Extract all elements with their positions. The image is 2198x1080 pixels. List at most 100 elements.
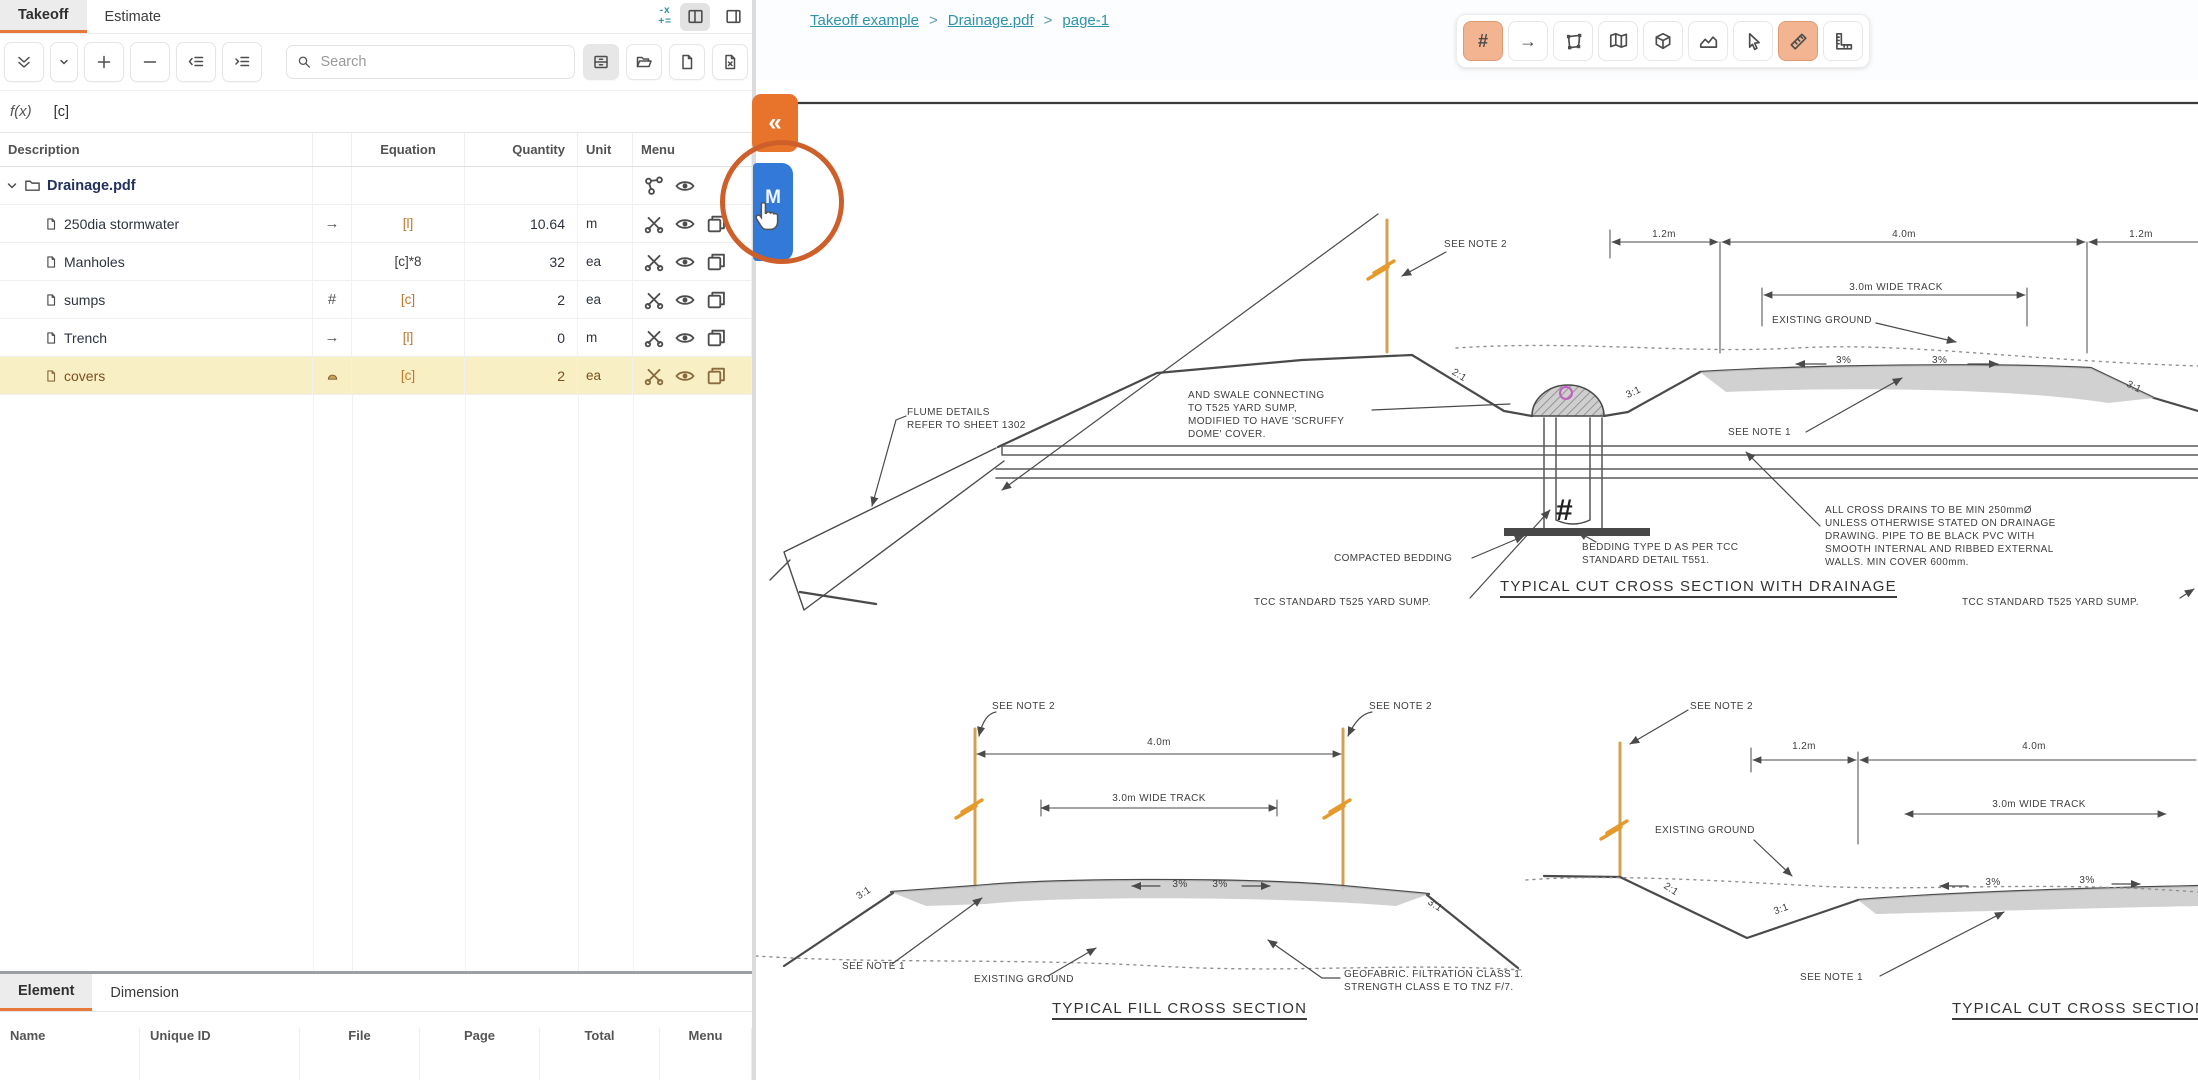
eye-icon[interactable] xyxy=(674,251,696,273)
copy-icon[interactable] xyxy=(705,289,727,311)
eye-icon[interactable] xyxy=(674,327,696,349)
eye-icon[interactable] xyxy=(674,289,696,311)
remove-row-button[interactable] xyxy=(130,42,170,82)
row-quantity[interactable]: 2 xyxy=(465,357,578,394)
tree-table-empty-area[interactable] xyxy=(0,395,752,971)
relations-icon[interactable] xyxy=(643,175,665,197)
row-equation[interactable]: [c]*8 xyxy=(352,243,465,280)
breadcrumb-file-link[interactable]: Drainage.pdf xyxy=(948,12,1034,29)
col-page[interactable]: Page xyxy=(420,1028,540,1080)
ruler-tool-button[interactable] xyxy=(1778,21,1818,61)
new-file-button[interactable] xyxy=(669,44,705,80)
count-tool-button[interactable]: # xyxy=(1463,21,1503,61)
table-row-covers-selected[interactable]: covers [c] 2 ea xyxy=(0,357,752,395)
row-quantity[interactable]: 0 xyxy=(465,319,578,356)
takeoff-app: Takeoff Estimate -x += xyxy=(0,0,2198,1080)
collapse-panel-button[interactable]: « xyxy=(752,94,798,152)
eye-icon[interactable] xyxy=(674,365,696,387)
scissors-icon[interactable] xyxy=(643,289,665,311)
scissors-icon[interactable] xyxy=(643,365,665,387)
col-total[interactable]: Total xyxy=(540,1028,660,1080)
count-mark-hash[interactable]: # xyxy=(1556,494,1573,528)
row-equation[interactable]: [l] xyxy=(352,205,465,242)
item-name[interactable]: Trench xyxy=(64,330,107,346)
file-name[interactable]: Drainage.pdf xyxy=(47,178,136,194)
col-description[interactable]: Description xyxy=(0,133,313,166)
search-input[interactable] xyxy=(318,53,564,71)
map-tool-button[interactable] xyxy=(1598,21,1638,61)
col-name[interactable]: Name xyxy=(0,1028,140,1080)
row-unit[interactable]: ea xyxy=(578,281,633,318)
breadcrumb-page-link[interactable]: page-1 xyxy=(1062,12,1109,29)
row-unit[interactable]: m xyxy=(578,205,633,242)
row-unit[interactable]: m xyxy=(578,319,633,356)
line-tool-button[interactable]: → xyxy=(1508,21,1548,61)
remove-file-button[interactable] xyxy=(712,44,748,80)
expand-options-button[interactable] xyxy=(50,42,78,82)
col-menu[interactable]: Menu xyxy=(633,133,752,166)
select-tool-button[interactable] xyxy=(1733,21,1773,61)
tab-estimate[interactable]: Estimate xyxy=(87,0,179,33)
eye-icon[interactable] xyxy=(674,175,696,197)
table-row-sumps[interactable]: sumps # [c] 2 ea xyxy=(0,281,752,319)
eye-icon[interactable] xyxy=(674,213,696,235)
drawing-page[interactable]: SEE NOTE 2 1.2m 4.0m 1.2m 3.0m WIDE TRAC… xyxy=(756,80,2198,1080)
scissors-icon[interactable] xyxy=(643,327,665,349)
drawer-icon xyxy=(592,53,610,71)
label-swale-note: AND SWALE CONNECTING TO T525 YARD SUMP, … xyxy=(1188,389,1344,441)
indent-button[interactable] xyxy=(222,42,262,82)
tab-dimension[interactable]: Dimension xyxy=(92,974,197,1011)
outdent-button[interactable] xyxy=(176,42,216,82)
copy-icon[interactable] xyxy=(705,327,727,349)
scissors-icon[interactable] xyxy=(643,251,665,273)
row-equation[interactable]: [c] xyxy=(352,281,465,318)
row-equation[interactable]: [c] xyxy=(352,357,465,394)
collapse-all-button[interactable] xyxy=(4,42,44,82)
row-unit[interactable]: ea xyxy=(578,357,633,394)
row-quantity[interactable]: 10.64 xyxy=(465,205,578,242)
table-row-manholes[interactable]: Manholes [c]*8 32 ea xyxy=(0,243,752,281)
layout-split-right-button[interactable] xyxy=(718,3,748,31)
row-quantity[interactable]: 2 xyxy=(465,281,578,318)
table-row-drainage-pdf[interactable]: Drainage.pdf xyxy=(0,167,752,205)
row-unit[interactable]: ea xyxy=(578,243,633,280)
scissors-icon[interactable] xyxy=(643,213,665,235)
tab-takeoff[interactable]: Takeoff xyxy=(0,0,87,33)
archive-button[interactable] xyxy=(583,44,619,80)
copy-icon[interactable] xyxy=(705,251,727,273)
add-row-button[interactable] xyxy=(84,42,124,82)
table-row-trench[interactable]: Trench → [l] 0 m xyxy=(0,319,752,357)
open-folder-button[interactable] xyxy=(626,44,662,80)
row-quantity[interactable]: 32 xyxy=(465,243,578,280)
polygon-tool-button[interactable] xyxy=(1553,21,1593,61)
breadcrumb-project-link[interactable]: Takeoff example xyxy=(810,12,919,29)
table-row-250dia-stormwater[interactable]: 250dia stormwater → [l] 10.64 m xyxy=(0,205,752,243)
label-grade-3pct: 3% xyxy=(1172,878,1187,891)
col-menu[interactable]: Menu xyxy=(660,1028,752,1080)
calculator-icon[interactable]: -x += xyxy=(658,6,672,27)
label-grade-3pct: 3% xyxy=(1932,354,1947,367)
area-tool-button[interactable] xyxy=(1688,21,1728,61)
scale-tool-button[interactable] xyxy=(1823,21,1863,61)
volume-tool-button[interactable] xyxy=(1643,21,1683,61)
col-unique-id[interactable]: Unique ID xyxy=(140,1028,300,1080)
item-name[interactable]: 250dia stormwater xyxy=(64,216,179,232)
col-unit[interactable]: Unit xyxy=(578,133,633,166)
layout-split-left-button[interactable] xyxy=(680,3,710,31)
col-equation[interactable]: Equation xyxy=(352,133,465,166)
tab-element[interactable]: Element xyxy=(0,974,92,1011)
label-see-note-2: SEE NOTE 2 xyxy=(1369,700,1432,713)
tree-chevron-down-icon[interactable] xyxy=(6,180,18,192)
col-file[interactable]: File xyxy=(300,1028,420,1080)
item-name[interactable]: Manholes xyxy=(64,254,125,270)
row-equation[interactable]: [l] xyxy=(352,319,465,356)
copy-icon[interactable] xyxy=(705,365,727,387)
item-name[interactable]: covers xyxy=(64,368,105,384)
item-name[interactable]: sumps xyxy=(64,292,105,308)
copy-icon[interactable] xyxy=(705,213,727,235)
breadcrumb-separator: > xyxy=(1044,12,1053,29)
fx-value[interactable]: [c] xyxy=(54,104,69,120)
file-x-icon xyxy=(721,53,739,71)
label-dim-4-0m: 4.0m xyxy=(1892,228,1916,241)
col-quantity[interactable]: Quantity xyxy=(465,133,578,166)
